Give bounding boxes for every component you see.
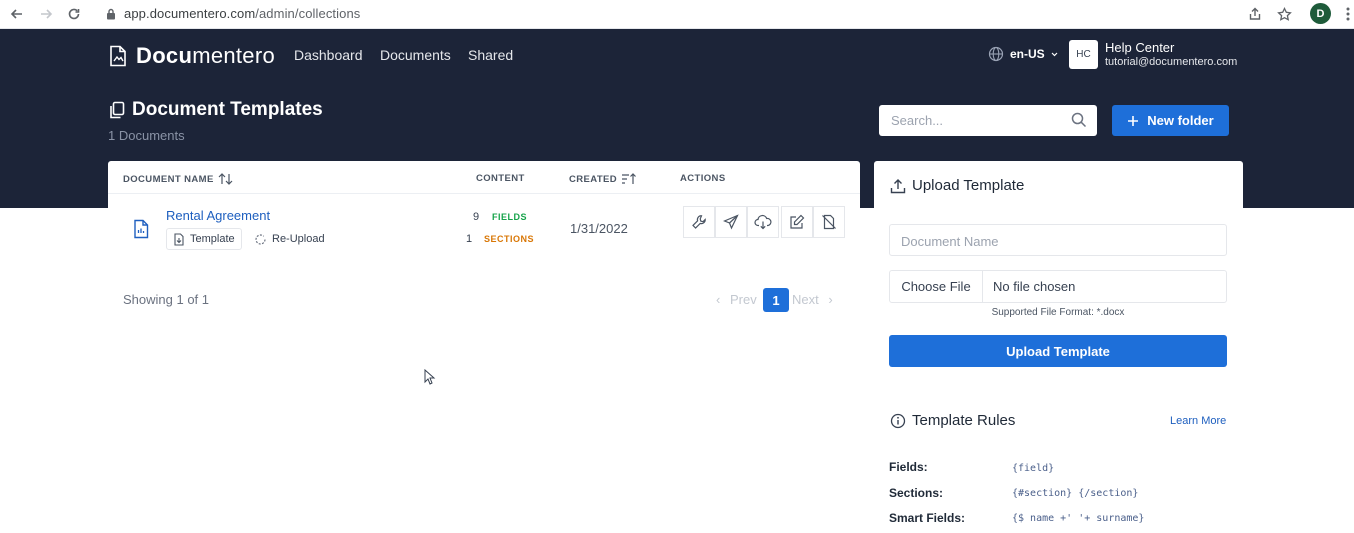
fields-count: 9	[473, 211, 480, 223]
refresh-icon	[255, 233, 266, 245]
language-label: en-US	[1010, 47, 1045, 61]
chevron-down-icon	[1051, 52, 1058, 56]
globe-icon	[988, 46, 1004, 62]
file-status: No file chosen	[993, 279, 1076, 294]
template-rules-title: Template Rules	[890, 412, 1015, 429]
column-header-document-name[interactable]: DOCUMENT NAME	[123, 173, 234, 185]
column-header-created[interactable]: CREATED	[569, 173, 637, 185]
mouse-cursor-icon	[424, 368, 436, 390]
header-divider	[108, 193, 860, 194]
rule-code-fields: {field}	[1012, 463, 1055, 474]
cloud-download-icon[interactable]	[747, 206, 779, 238]
choose-file-button[interactable]: Choose File	[890, 271, 983, 302]
info-icon	[890, 413, 906, 428]
rule-code-sections: {#section} {/section}	[1012, 488, 1139, 499]
forward-icon[interactable]	[35, 4, 57, 24]
search-icon[interactable]	[1071, 112, 1087, 128]
reupload-chip-label: Re-Upload	[272, 233, 325, 245]
fields-tag: FIELDS	[492, 212, 528, 222]
sections-count: 1	[466, 233, 473, 245]
supported-format-hint: Supported File Format: *.docx	[991, 307, 1125, 318]
language-selector[interactable]: en-US	[988, 46, 1058, 62]
address-bar[interactable]: app.documentero.com/admin/collections	[124, 6, 360, 21]
search-placeholder: Search...	[891, 113, 944, 128]
lock-icon	[104, 7, 118, 21]
logo-icon	[110, 45, 126, 67]
edit-icon[interactable]	[781, 206, 813, 238]
copy-documents-icon	[110, 101, 125, 118]
download-template-button[interactable]: Template	[166, 228, 242, 250]
nav-shared[interactable]: Shared	[468, 47, 513, 63]
reload-icon[interactable]	[63, 4, 85, 24]
nav-documents[interactable]: Documents	[380, 47, 451, 63]
pagination-summary: Showing 1 of 1	[123, 292, 210, 307]
rule-label-fields: Fields:	[889, 460, 928, 474]
page-1-button[interactable]: 1	[763, 288, 789, 312]
browser-menu-icon[interactable]	[1337, 4, 1354, 24]
user-email: tutorial@documentero.com	[1105, 56, 1238, 68]
file-input[interactable]: Choose File No file chosen	[889, 270, 1227, 303]
delete-file-icon[interactable]	[813, 206, 845, 238]
page-title: Document Templates	[108, 99, 323, 121]
prev-page-button[interactable]: ‹ Prev	[716, 292, 757, 307]
plus-icon	[1128, 115, 1139, 126]
upload-template-button[interactable]: Upload Template	[889, 335, 1227, 367]
user-name[interactable]: Help Center	[1105, 40, 1174, 55]
file-download-icon	[174, 232, 184, 246]
bookmark-star-icon[interactable]	[1273, 4, 1295, 24]
logo[interactable]: Documentero	[108, 43, 275, 69]
wrench-icon[interactable]	[683, 206, 715, 238]
browser-toolbar: app.documentero.com/admin/collections D	[0, 0, 1354, 29]
next-page-button[interactable]: Next ›	[792, 292, 833, 307]
nav-dashboard[interactable]: Dashboard	[294, 47, 363, 63]
new-folder-button[interactable]: New folder	[1112, 105, 1229, 136]
column-header-content: CONTENT	[476, 173, 525, 184]
document-file-icon	[132, 219, 150, 244]
sections-tag: SECTIONS	[484, 234, 535, 244]
document-name-link[interactable]: Rental Agreement	[166, 208, 270, 223]
document-count: 1 Documents	[108, 128, 185, 143]
new-folder-label: New folder	[1147, 113, 1214, 128]
rule-code-smart-fields: {$ name +' '+ surname}	[1012, 513, 1145, 524]
browser-profile-avatar[interactable]: D	[1310, 3, 1331, 24]
prev-label: Prev	[729, 292, 757, 307]
search-input[interactable]: Search...	[879, 105, 1097, 136]
send-icon[interactable]	[715, 206, 747, 238]
document-name-input[interactable]: Document Name	[889, 224, 1227, 256]
column-header-actions: ACTIONS	[680, 173, 726, 184]
reupload-button[interactable]: Re-Upload	[248, 228, 331, 250]
created-date: 1/31/2022	[570, 221, 628, 236]
template-chip-label: Template	[190, 233, 235, 245]
chevron-left-icon: ‹	[716, 292, 721, 307]
rule-label-smart-fields: Smart Fields:	[889, 511, 966, 525]
document-name-placeholder: Document Name	[901, 234, 999, 249]
share-icon[interactable]	[1244, 4, 1266, 24]
back-icon[interactable]	[6, 4, 28, 24]
rule-label-sections: Sections:	[889, 486, 944, 500]
logo-text: Documentero	[136, 43, 276, 68]
next-label: Next	[792, 292, 819, 307]
user-avatar[interactable]: HC	[1069, 40, 1098, 69]
chevron-right-icon: ›	[828, 292, 833, 307]
learn-more-link[interactable]: Learn More	[1170, 415, 1226, 427]
sort-desc-icon[interactable]	[621, 173, 637, 185]
upload-panel-title: Upload Template	[890, 177, 1024, 194]
page-title-text: Document Templates	[132, 99, 323, 120]
sort-icon[interactable]	[218, 173, 234, 185]
upload-icon	[890, 178, 906, 193]
